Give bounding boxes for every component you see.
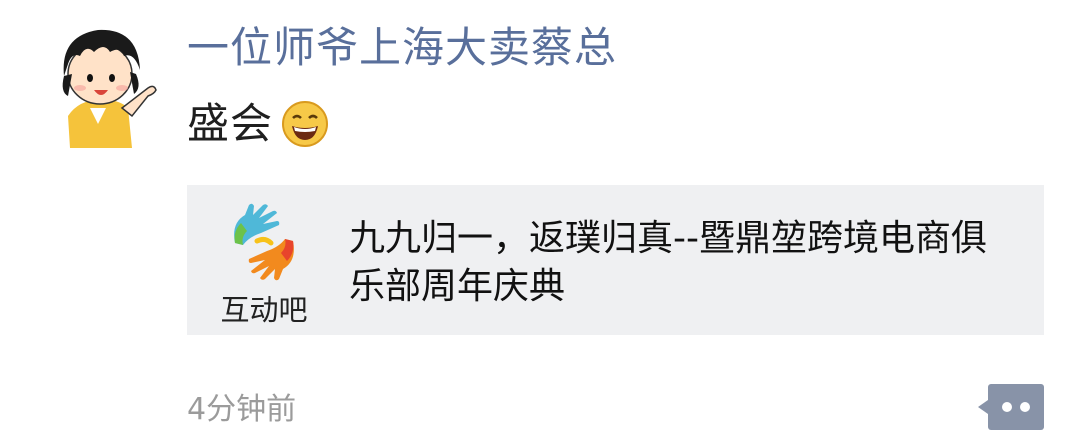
link-card-title: 九九归一，返璞归真--暨鼎堃跨境电商俱乐部周年庆典 (349, 218, 987, 307)
logo-text: 互动吧 (220, 293, 308, 327)
hudongba-logo: 互动吧 (209, 201, 319, 327)
post-text-row: 盛会 (187, 99, 329, 148)
shared-link-card[interactable]: 互动吧 九九归一，返璞归真--暨鼎堃跨境电商俱乐部周年庆典 (187, 185, 1044, 335)
comment-more-button[interactable] (978, 382, 1044, 432)
more-dots-icon (978, 384, 1044, 430)
post-timestamp: 4分钟前 (187, 392, 297, 427)
post-text: 盛会 (187, 99, 274, 148)
post-author-name[interactable]: 一位师爷上海大卖蔡总 (187, 23, 617, 72)
avatar[interactable] (50, 12, 160, 148)
grinning-face-emoji-icon (281, 100, 329, 148)
hands-logo-icon (234, 203, 294, 281)
